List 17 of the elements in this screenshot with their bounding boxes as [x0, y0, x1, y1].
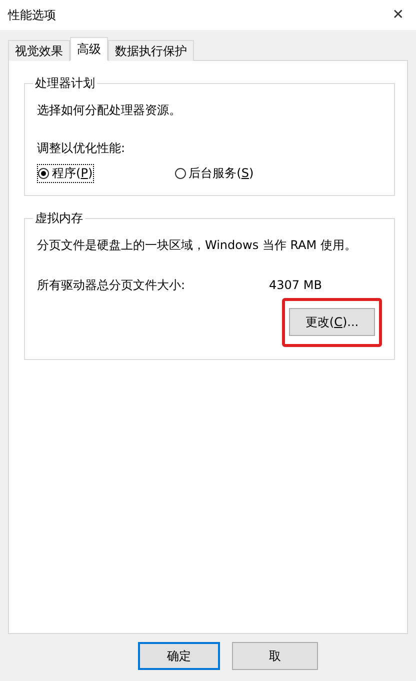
- close-button[interactable]: ✕: [388, 7, 408, 23]
- tab[interactable]: 高级: [70, 37, 108, 61]
- size-label: 所有驱动器总分页文件大小:: [37, 277, 186, 294]
- window-title: 性能选项: [8, 6, 56, 24]
- description-text: 分页文件是硬盘上的一块区域，Windows 当作 RAM 使用。: [37, 237, 358, 253]
- radio-option[interactable]: 程序(P): [37, 164, 94, 183]
- size-value: 4307 MB: [269, 277, 322, 294]
- cancel-button[interactable]: 取: [232, 642, 318, 670]
- radio-option[interactable]: 后台服务(S): [174, 164, 255, 183]
- tab[interactable]: 视觉效果: [8, 40, 70, 61]
- description-text: 选择如何分配处理器资源。: [37, 102, 182, 118]
- tab[interactable]: 数据执行保护: [108, 40, 194, 61]
- group-title: 处理器计划: [33, 75, 97, 92]
- group-title: 虚拟内存: [33, 210, 85, 227]
- ok-button[interactable]: 确定: [138, 642, 220, 670]
- prompt-text: 调整以优化性能:: [37, 140, 126, 156]
- change-button[interactable]: 更改(C)...: [289, 308, 375, 336]
